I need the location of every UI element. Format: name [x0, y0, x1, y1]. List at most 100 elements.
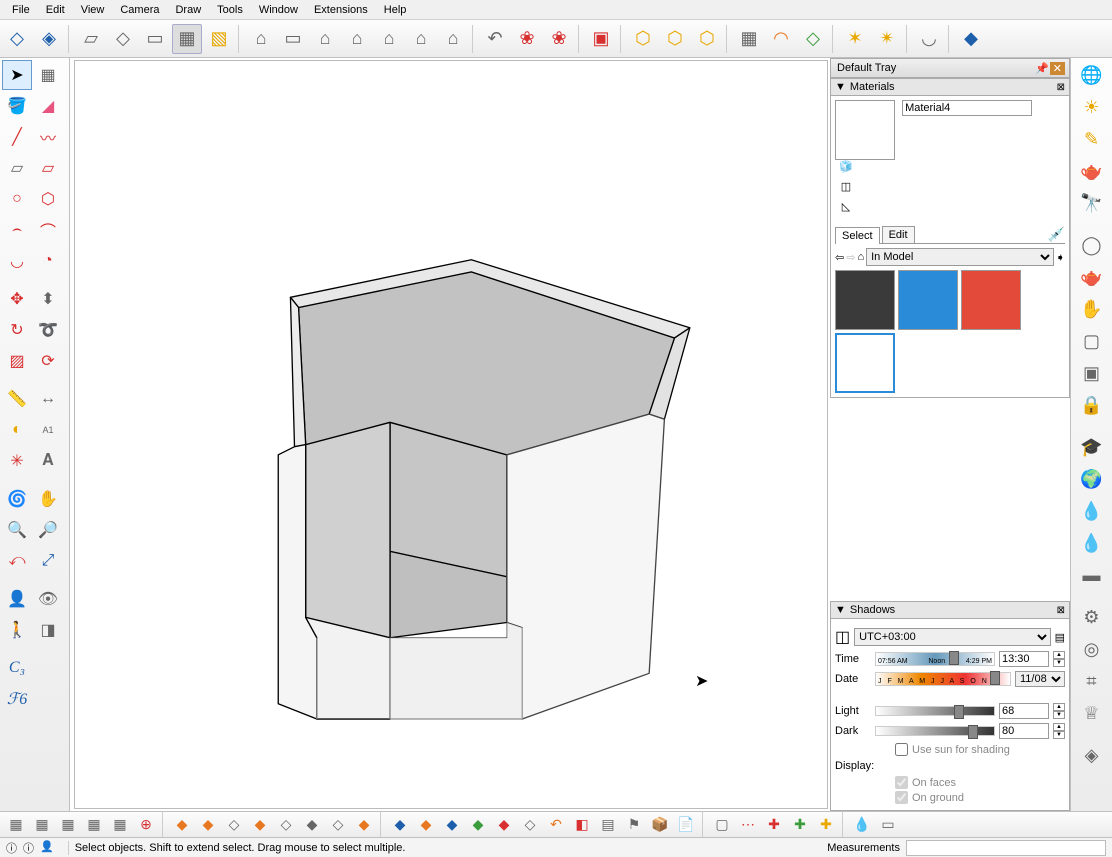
nav-material-icon[interactable]: ◺ — [837, 200, 855, 218]
solid-3-icon[interactable]: ⬡ — [692, 24, 722, 54]
light-down-icon[interactable]: ▼ — [1053, 711, 1065, 719]
rt-crown-icon[interactable]: ♕ — [1077, 698, 1107, 728]
on-ground-checkbox[interactable] — [895, 791, 908, 804]
freehand-tool-icon[interactable]: 〰 — [33, 122, 63, 152]
look-around-icon[interactable]: 👁 — [33, 584, 63, 614]
bt-25-icon[interactable]: 📦 — [648, 814, 672, 836]
home-icon[interactable]: ⌂ — [857, 251, 864, 263]
style-1-icon[interactable]: ▱ — [76, 24, 106, 54]
close-icon[interactable]: ✕ — [1050, 62, 1065, 75]
time-slider[interactable]: 07:56 AM Noon 4:29 PM — [875, 652, 995, 666]
bt-16-icon[interactable]: ◆ — [414, 814, 438, 836]
default-material-icon[interactable]: ◫ — [837, 180, 855, 198]
style-3-icon[interactable]: ▭ — [140, 24, 170, 54]
bt-12-icon[interactable]: ◆ — [300, 814, 324, 836]
menu-file[interactable]: File — [4, 2, 38, 18]
house-7-icon[interactable]: ⌂ — [438, 24, 468, 54]
rt-sun-icon[interactable]: ☀ — [1077, 92, 1107, 122]
misc-1-icon[interactable]: ◡ — [914, 24, 944, 54]
date-slider[interactable]: J F M A M J J A S O N D — [875, 672, 1011, 686]
rt-globe-icon[interactable]: 🌐 — [1077, 60, 1107, 90]
bt-8-icon[interactable]: ◆ — [196, 814, 220, 836]
bt-10-icon[interactable]: ◆ — [248, 814, 272, 836]
line-tool-icon[interactable]: ╱ — [2, 122, 32, 152]
bt-28-icon[interactable]: ⋯ — [736, 814, 760, 836]
rt-teapot2-icon[interactable]: 🫖 — [1077, 262, 1107, 292]
rt-diamond-icon[interactable]: ◈ — [1077, 740, 1107, 770]
menu-window[interactable]: Window — [251, 2, 306, 18]
light-slider[interactable] — [875, 706, 995, 716]
material-name-input[interactable] — [902, 100, 1032, 116]
bt-20-icon[interactable]: ◇ — [518, 814, 542, 836]
pin-icon[interactable]: 📌 — [1035, 62, 1049, 75]
dark-input[interactable] — [999, 723, 1049, 739]
scale-tool-icon[interactable]: ▨ — [2, 346, 32, 376]
style-4-icon[interactable]: ▦ — [172, 24, 202, 54]
shadow-toggle-icon[interactable]: ◫ — [835, 627, 850, 647]
dimension-tool-icon[interactable]: ↔ — [33, 384, 63, 414]
rt-frame1-icon[interactable]: ▢ — [1077, 326, 1107, 356]
house-6-icon[interactable]: ⌂ — [406, 24, 436, 54]
bt-5-icon[interactable]: ▦ — [108, 814, 132, 836]
followme-tool-icon[interactable]: ➰ — [33, 315, 63, 345]
menu-view[interactable]: View — [73, 2, 113, 18]
zoom-tool-icon[interactable]: 🔍 — [2, 515, 32, 545]
lasso-tool-icon[interactable]: ▦ — [33, 60, 63, 90]
rt-wire-icon[interactable]: ⌗ — [1077, 666, 1107, 696]
sandbox-2-icon[interactable]: ◇ — [798, 24, 828, 54]
rt-bar-icon[interactable]: ▬ — [1077, 560, 1107, 590]
swatch-3[interactable] — [835, 333, 895, 393]
tab-edit[interactable]: Edit — [882, 226, 915, 243]
rt-pencil-icon[interactable]: ✎ — [1077, 124, 1107, 154]
house-4-icon[interactable]: ⌂ — [342, 24, 372, 54]
menu-draw[interactable]: Draw — [167, 2, 209, 18]
rectangle-tool-icon[interactable]: ▱ — [2, 153, 32, 183]
hiddenline-style-icon[interactable]: ◈ — [34, 24, 64, 54]
bt-33-icon[interactable]: ▭ — [876, 814, 900, 836]
house-5-icon[interactable]: ⌂ — [374, 24, 404, 54]
plugin-3-icon[interactable]: ▣ — [586, 24, 616, 54]
sandbox-1-icon[interactable]: ◠ — [766, 24, 796, 54]
light-up-icon[interactable]: ▲ — [1053, 703, 1065, 711]
bt-23-icon[interactable]: ▤ — [596, 814, 620, 836]
tab-select[interactable]: Select — [835, 227, 880, 244]
text-tool-icon[interactable]: A1 — [33, 415, 63, 445]
eraser-tool-icon[interactable]: ◢ — [33, 91, 63, 121]
menu-help[interactable]: Help — [376, 2, 415, 18]
move-tool-icon[interactable]: ✥ — [2, 284, 32, 314]
bt-13-icon[interactable]: ◇ — [326, 814, 350, 836]
rt-lock-icon[interactable]: 🔒 — [1077, 390, 1107, 420]
rt-drop2-icon[interactable]: 💧 — [1077, 528, 1107, 558]
zoomwin-tool-icon[interactable]: 🔎 — [33, 515, 63, 545]
nav-back-icon[interactable]: ⇦ — [835, 251, 844, 264]
bt-4-icon[interactable]: ▦ — [82, 814, 106, 836]
pushpull-tool-icon[interactable]: ⬍ — [33, 284, 63, 314]
status-help-icon[interactable]: ⓘ — [6, 840, 17, 856]
position-camera-icon[interactable]: 👤 — [2, 584, 32, 614]
rt-teapot-icon[interactable]: 🫖 — [1077, 156, 1107, 186]
swatch-0[interactable] — [835, 270, 895, 330]
prev-tool-icon[interactable]: ⤺ — [2, 546, 32, 576]
rt-drop-icon[interactable]: 💧 — [1077, 496, 1107, 526]
offset-tool-icon[interactable]: ⟳ — [33, 346, 63, 376]
protractor-tool-icon[interactable]: ◐ — [2, 415, 32, 445]
arc3-tool-icon[interactable]: ◡ — [2, 246, 32, 276]
bt-18-icon[interactable]: ◆ — [466, 814, 490, 836]
date-input[interactable]: 11/08 — [1015, 671, 1065, 687]
menu-extensions[interactable]: Extensions — [306, 2, 376, 18]
rectangle2-tool-icon[interactable]: ▱ — [33, 153, 63, 183]
polygon-tool-icon[interactable]: ⬡ — [33, 184, 63, 214]
shadows-header[interactable]: ▼ Shadows ⊠ — [830, 601, 1070, 619]
orbit-tool-icon[interactable]: 🌀 — [2, 484, 32, 514]
panel-close-icon[interactable]: ⊠ — [1057, 82, 1065, 93]
swatch-2[interactable] — [961, 270, 1021, 330]
bt-14-icon[interactable]: ◆ — [352, 814, 376, 836]
house-1-icon[interactable]: ⌂ — [246, 24, 276, 54]
rt-frame2-icon[interactable]: ▣ — [1077, 358, 1107, 388]
select-tool-icon[interactable]: ➤ — [2, 60, 32, 90]
bt-29-icon[interactable]: ✚ — [762, 814, 786, 836]
walk-tool-icon[interactable]: 🚶 — [2, 615, 32, 645]
status-info-icon[interactable]: ⓘ — [23, 840, 34, 856]
panel-close-icon[interactable]: ⊠ — [1057, 605, 1065, 616]
bt-6-icon[interactable]: ⊕ — [134, 814, 158, 836]
